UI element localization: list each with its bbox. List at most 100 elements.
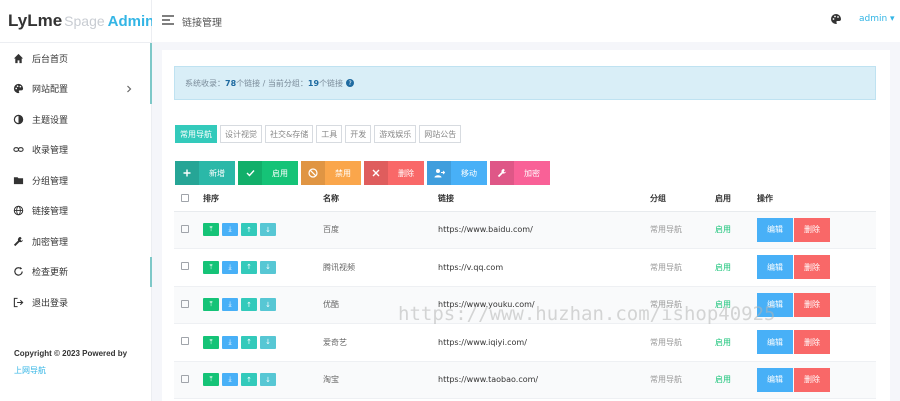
top-icon[interactable]: ⤒ <box>203 335 219 349</box>
down-icon[interactable]: ↓ <box>260 335 276 349</box>
page-title: 链接管理 <box>182 18 222 29</box>
header-group: 分组 <box>650 187 715 212</box>
link-icon <box>12 144 24 156</box>
theme-palette-icon[interactable] <box>830 13 842 25</box>
up-icon[interactable]: ↑ <box>241 335 257 349</box>
up-icon[interactable]: ↑ <box>241 260 257 274</box>
folder-icon <box>12 174 24 186</box>
chevron-right-icon <box>125 85 133 93</box>
tab-notice[interactable]: 网站公告 <box>419 125 462 143</box>
tab-social[interactable]: 社交&存储 <box>265 125 314 143</box>
delete-button[interactable]: 删除 <box>794 292 830 317</box>
bottom-icon[interactable]: ⤓ <box>222 298 238 312</box>
bottom-icon[interactable]: ⤓ <box>222 373 238 387</box>
sort-buttons: ⤒ ⤓ ↑ ↓ <box>203 223 323 237</box>
enable-button[interactable]: 启用 <box>238 161 298 185</box>
delete-button[interactable]: 删除 <box>794 217 830 242</box>
move-button[interactable]: 移动 <box>427 161 487 185</box>
edit-button[interactable]: 编辑 <box>757 292 793 317</box>
add-button[interactable]: 新增 <box>175 161 235 185</box>
down-icon[interactable]: ↓ <box>260 223 276 237</box>
group-tabs: 常用导航 设计视觉 社交&存储 工具 开发 游戏娱乐 网站公告 <box>175 125 462 143</box>
row-actions: 编辑 删除 <box>757 217 876 242</box>
sidebar-item-site-config[interactable]: 网站配置 <box>0 73 152 105</box>
up-icon[interactable]: ↑ <box>241 373 257 387</box>
copyright-text: Copyright © 2023 Powered by <box>14 349 128 358</box>
row-checkbox[interactable] <box>181 374 189 383</box>
alert-suffix: 个链接 <box>319 78 344 88</box>
sidebar-item-label: 网站配置 <box>32 85 69 96</box>
table-row: ⤒ ⤓ ↑ ↓ 淘宝 https://www.taobao.com/常用导航 启用 编辑 删除 <box>174 361 876 399</box>
header-url: 链接 <box>438 187 650 212</box>
link-url: https://www.iqiyi.com/ <box>438 323 650 362</box>
delete-button[interactable]: 删除 <box>794 367 830 392</box>
copyright-link[interactable]: 上网导航 <box>14 365 46 376</box>
top-icon[interactable]: ⤒ <box>203 373 219 387</box>
select-all-checkbox[interactable] <box>181 193 189 202</box>
edit-button[interactable]: 编辑 <box>757 217 793 242</box>
header-sort: 排序 <box>203 187 323 212</box>
wrench-icon <box>490 161 514 185</box>
table-row: ⤒ ⤓ ↑ ↓ 百度 https://www.baidu.com/常用导航 启用 编辑 删除 <box>174 211 876 249</box>
sidebar-item-updates[interactable]: 检查更新 <box>0 256 152 288</box>
current-count: 19 <box>307 78 320 88</box>
disable-button[interactable]: 禁用 <box>301 161 361 185</box>
tab-dev[interactable]: 开发 <box>345 125 372 143</box>
move-button-label: 移动 <box>461 168 477 178</box>
top-icon[interactable]: ⤒ <box>203 260 219 274</box>
delete-button[interactable]: 删除 <box>794 255 830 280</box>
header-name: 名称 <box>323 187 438 212</box>
link-name: 淘宝 <box>323 361 438 399</box>
sidebar-item-logout[interactable]: 退出登录 <box>0 287 151 318</box>
down-icon[interactable]: ↓ <box>260 373 276 387</box>
link-group: 常用导航 <box>650 211 715 249</box>
tab-design[interactable]: 设计视觉 <box>220 125 262 143</box>
edit-button[interactable]: 编辑 <box>757 330 793 355</box>
top-icon[interactable]: ⤒ <box>203 298 219 312</box>
edit-button[interactable]: 编辑 <box>757 367 793 392</box>
edit-button[interactable]: 编辑 <box>757 255 793 280</box>
sidebar-nav: 后台首页 网站配置 主题设置 收录管理 分组管理 链接管理 加密管理 检查更新 … <box>0 42 152 318</box>
encrypt-button-label: 加密 <box>524 168 540 178</box>
main-card: 系统收录： 78 个链接 / 当前分组： 19 个链接 ? 常用导航 设计视觉 … <box>162 50 890 401</box>
tab-common[interactable]: 常用导航 <box>175 125 217 143</box>
top-icon[interactable]: ⤒ <box>203 223 219 237</box>
user-menu[interactable]: admin ▾ <box>859 14 895 24</box>
help-icon[interactable]: ? <box>346 79 355 87</box>
sidebar-item-home[interactable]: 后台首页 <box>0 43 152 74</box>
sidebar-item-encryption[interactable]: 加密管理 <box>0 226 151 257</box>
link-group: 常用导航 <box>650 248 715 287</box>
sort-buttons: ⤒ ⤓ ↑ ↓ <box>203 335 323 349</box>
check-icon <box>238 161 262 185</box>
link-name: 优酷 <box>323 286 438 324</box>
sidebar-item-groups[interactable]: 分组管理 <box>0 165 151 196</box>
up-icon[interactable]: ↑ <box>241 298 257 312</box>
tab-tools[interactable]: 工具 <box>316 125 343 143</box>
row-checkbox[interactable] <box>181 224 189 233</box>
tab-games[interactable]: 游戏娱乐 <box>374 125 417 143</box>
brand-logo[interactable]: LyLme Spage Admin <box>0 0 154 42</box>
sidebar-item-label: 主题设置 <box>32 115 69 126</box>
sidebar-item-collection[interactable]: 收录管理 <box>0 135 151 166</box>
down-icon[interactable]: ↓ <box>260 260 276 274</box>
header-actions: 操作 <box>757 187 876 212</box>
link-group: 常用导航 <box>650 361 715 399</box>
up-icon[interactable]: ↑ <box>241 223 257 237</box>
brand-part-3: Admin <box>107 12 155 30</box>
down-icon[interactable]: ↓ <box>260 298 276 312</box>
row-checkbox[interactable] <box>181 337 189 346</box>
wrench-icon <box>12 235 24 247</box>
sidebar-item-theme[interactable]: 主题设置 <box>0 104 151 135</box>
row-checkbox[interactable] <box>181 262 189 271</box>
bottom-icon[interactable]: ⤓ <box>222 260 238 274</box>
bottom-icon[interactable]: ⤓ <box>222 223 238 237</box>
encrypt-button[interactable]: 加密 <box>490 161 550 185</box>
menu-toggle-icon[interactable] <box>162 15 174 25</box>
delete-button[interactable]: 删除 <box>794 330 830 355</box>
sidebar-item-links[interactable]: 链接管理 <box>0 196 151 227</box>
bottom-icon[interactable]: ⤓ <box>222 335 238 349</box>
enable-button-label: 启用 <box>272 168 288 178</box>
delete-selected-button[interactable]: 删除 <box>364 161 424 185</box>
row-checkbox[interactable] <box>181 299 189 308</box>
sidebar-item-label: 后台首页 <box>32 54 69 65</box>
